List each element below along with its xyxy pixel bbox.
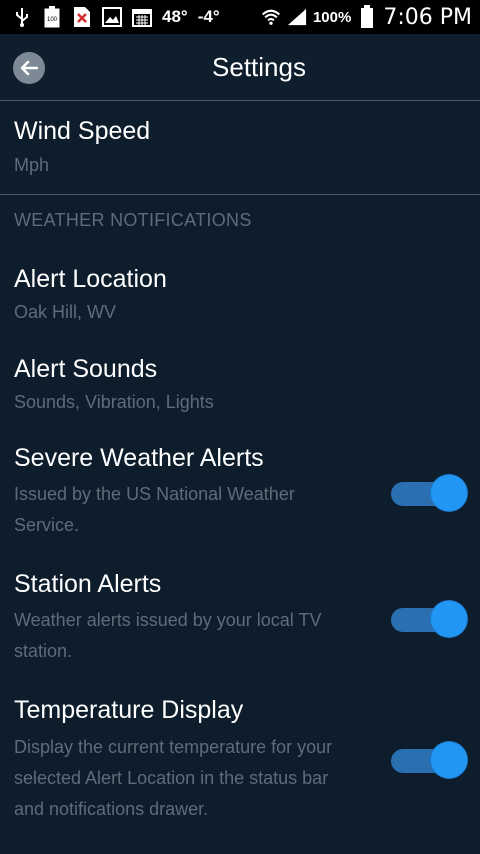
status-bar: 100 48° -4° 100% 7:06 PM (0, 0, 480, 34)
station-alerts-desc-line2: station. (14, 641, 73, 661)
image-icon (102, 7, 122, 27)
app-bar: Settings (0, 34, 480, 100)
temperature-display-desc-line3: and notifications drawer. (14, 799, 209, 819)
setting-station-alerts: Station Alerts Weather alerts issued by … (0, 556, 480, 676)
status-bar-left: 100 48° -4° (12, 0, 220, 34)
arrow-left-icon (20, 60, 38, 76)
alert-sounds-title: Alert Sounds (14, 355, 158, 383)
temperature-display-toggle[interactable] (391, 742, 467, 780)
setting-temperature-display: Temperature Display Display the current … (0, 682, 480, 832)
battery-percentage: 100% (312, 8, 352, 26)
section-header-weather-notifications: WEATHER NOTIFICATIONS (14, 210, 252, 230)
wind-speed-title: Wind Speed (14, 117, 151, 145)
setting-alert-sounds[interactable]: Alert Sounds Sounds, Vibration, Lights (0, 340, 480, 426)
calendar-icon (132, 7, 152, 27)
alert-location-value: Oak Hill, WV (14, 302, 117, 322)
svg-text:100: 100 (47, 17, 58, 23)
severe-alerts-desc-line2: Service. (14, 515, 80, 535)
no-sim-icon (72, 7, 92, 27)
station-alerts-title: Station Alerts (14, 570, 162, 598)
setting-alert-location[interactable]: Alert Location Oak Hill, WV (0, 250, 480, 336)
signal-icon (287, 7, 307, 27)
severe-alerts-toggle[interactable] (391, 475, 467, 513)
severe-alerts-desc-line1: Issued by the US National Weather (14, 484, 295, 504)
toggle-knob (431, 742, 467, 778)
wifi-icon (261, 7, 281, 27)
station-alerts-toggle[interactable] (391, 601, 467, 639)
back-button[interactable] (13, 52, 45, 84)
battery-icon (357, 5, 377, 28)
status-time: 7:06 PM (383, 4, 472, 30)
temperature-reading-2: -4° (197, 7, 220, 26)
temperature-reading-1: 48° (162, 7, 188, 26)
status-bar-right: 100% 7:06 PM (261, 0, 472, 34)
section-divider (0, 194, 480, 195)
usb-icon (12, 7, 32, 27)
setting-wind-speed[interactable]: Wind Speed Mph (0, 101, 480, 194)
battery-100-icon: 100 (42, 6, 62, 28)
wind-speed-value: Mph (14, 155, 50, 175)
temperature-display-desc-line2: selected Alert Location in the status ba… (14, 768, 329, 788)
page-title: Settings (212, 52, 306, 82)
toggle-knob (431, 475, 467, 511)
alert-location-title: Alert Location (14, 265, 167, 293)
toggle-knob (431, 601, 467, 637)
severe-alerts-title: Severe Weather Alerts (14, 444, 264, 472)
setting-severe-weather-alerts: Severe Weather Alerts Issued by the US N… (0, 430, 480, 550)
temperature-display-title: Temperature Display (14, 696, 244, 724)
station-alerts-desc-line1: Weather alerts issued by your local TV (14, 610, 322, 630)
alert-sounds-value: Sounds, Vibration, Lights (14, 392, 214, 412)
temperature-display-desc-line1: Display the current temperature for your (14, 737, 333, 757)
